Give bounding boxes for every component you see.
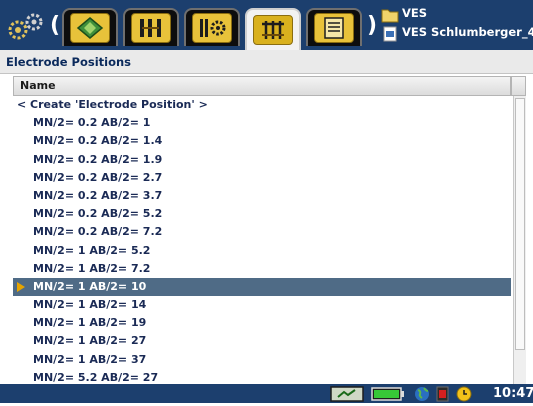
status-clock: 10:47: [493, 386, 533, 401]
list-item-label: MN/2= 0.2 AB/2= 1.4: [33, 134, 163, 148]
electrode-position-list: < Create 'Electrode Position' > MN/2= 0.…: [13, 96, 511, 384]
list-item-label: MN/2= 0.2 AB/2= 1: [33, 116, 151, 130]
electrode-gear-icon: [192, 13, 232, 43]
list-item[interactable]: MN/2= 0.2 AB/2= 1.4: [13, 132, 511, 150]
top-toolbar: () VES VES Schlumberger_4: [0, 0, 533, 50]
list-item[interactable]: MN/2= 0.2 AB/2= 5.2: [13, 205, 511, 223]
list-item[interactable]: MN/2= 0.2 AB/2= 3.7: [13, 187, 511, 205]
tab-settings[interactable]: [184, 8, 240, 46]
globe-icon[interactable]: [413, 386, 431, 402]
list-item[interactable]: MN/2= 0.2 AB/2= 1.9: [13, 151, 511, 169]
scrollbar-thumb[interactable]: [515, 98, 525, 350]
instrument-icon[interactable]: [330, 386, 364, 402]
tabs-scroll-left-icon[interactable]: (: [50, 13, 60, 39]
list-item[interactable]: MN/2= 1 AB/2= 27: [13, 332, 511, 350]
list-item-label: MN/2= 1 AB/2= 5.2: [33, 243, 151, 257]
list-item[interactable]: MN/2= 1 AB/2= 7.2: [13, 260, 511, 278]
tab-positions[interactable]: [245, 8, 301, 50]
battery-icon: [371, 386, 405, 402]
list-item[interactable]: MN/2= 5.2 AB/2= 27: [13, 369, 511, 384]
list-item[interactable]: MN/2= 1 AB/2= 5.2: [13, 242, 511, 260]
list-item-label: MN/2= 0.2 AB/2= 2.7: [33, 170, 163, 184]
list-item-label: MN/2= 0.2 AB/2= 5.2: [33, 207, 163, 221]
clock-icon: [455, 386, 473, 402]
folder-icon: [381, 9, 399, 23]
breadcrumb-folder: VES: [402, 6, 428, 20]
list-item-label: MN/2= 1 AB/2= 37: [33, 352, 147, 366]
list-item-label: MN/2= 0.2 AB/2= 1.9: [33, 152, 163, 166]
layout-diamond-icon: [70, 13, 110, 43]
tabs-scroll-right-icon[interactable]: ): [367, 13, 377, 39]
status-bar: 10:47: [0, 384, 533, 403]
list-item-label: MN/2= 0.2 AB/2= 3.7: [33, 188, 163, 202]
settings-gear-icon[interactable]: [6, 12, 48, 42]
list-item[interactable]: MN/2= 1 AB/2= 37: [13, 351, 511, 369]
selection-marker-icon: [17, 281, 25, 292]
tab-notes[interactable]: [306, 8, 362, 46]
list-item-label: MN/2= 1 AB/2= 27: [33, 334, 147, 348]
electrode-position-icon: [253, 15, 293, 45]
record-icon[interactable]: [436, 386, 449, 402]
page-title: Electrode Positions: [0, 50, 533, 74]
tab-electrodes[interactable]: [123, 8, 179, 46]
list-item-label: MN/2= 1 AB/2= 19: [33, 316, 147, 330]
list-scrollbar[interactable]: [513, 96, 526, 384]
list-item[interactable]: MN/2= 0.2 AB/2= 1: [13, 114, 511, 132]
list-item-label: MN/2= 1 AB/2= 7.2: [33, 261, 151, 275]
notepad-icon: [314, 13, 354, 43]
list-item[interactable]: MN/2= 1 AB/2= 14: [13, 296, 511, 314]
list-item-label: MN/2= 0.2 AB/2= 7.2: [33, 225, 163, 239]
breadcrumb-file: VES Schlumberger_4: [402, 25, 533, 39]
breadcrumb-icons: [381, 6, 399, 44]
list-item-selected[interactable]: MN/2= 1 AB/2= 10: [13, 277, 511, 297]
electrode-array-icon: [131, 13, 171, 43]
list-item[interactable]: MN/2= 1 AB/2= 19: [13, 314, 511, 332]
column-header-name[interactable]: Name: [13, 76, 511, 96]
list-item[interactable]: MN/2= 0.2 AB/2= 7.2: [13, 223, 511, 241]
list-item-label: MN/2= 1 AB/2= 10: [33, 279, 147, 293]
list-item-label: MN/2= 1 AB/2= 14: [33, 298, 147, 312]
tab-layout[interactable]: [62, 8, 118, 46]
create-electrode-position-item[interactable]: < Create 'Electrode Position' >: [13, 96, 511, 114]
list-item[interactable]: MN/2= 0.2 AB/2= 2.7: [13, 169, 511, 187]
file-icon: [383, 26, 397, 42]
list-item-label: MN/2= 5.2 AB/2= 27: [33, 370, 159, 384]
column-header-filler: [511, 76, 526, 96]
